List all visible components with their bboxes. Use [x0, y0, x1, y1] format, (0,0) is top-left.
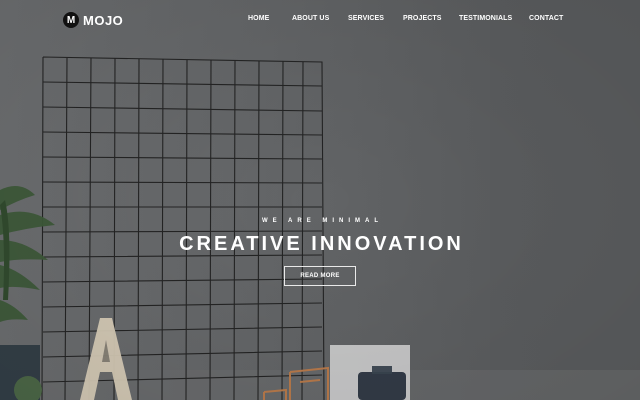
- hero-section: [0, 0, 640, 400]
- nav-link-testimonials[interactable]: TESTIMONIALS: [459, 15, 512, 22]
- read-more-button[interactable]: READ MORE: [284, 266, 356, 286]
- nav-link-home[interactable]: HOME: [248, 15, 269, 22]
- navbar: M MOJO HOME ABOUT US SERVICES PROJECTS T…: [0, 0, 640, 40]
- nav-link-projects[interactable]: PROJECTS: [403, 15, 442, 22]
- nav-link-contact[interactable]: CONTACT: [529, 15, 563, 22]
- hero-tagline: WE ARE MINIMAL: [261, 218, 384, 224]
- nav-link-services[interactable]: SERVICES: [348, 15, 384, 22]
- nav-links: HOME ABOUT US SERVICES PROJECTS TESTIMON…: [0, 15, 640, 27]
- hero-overlay: [0, 0, 640, 400]
- nav-link-about[interactable]: ABOUT US: [292, 15, 329, 22]
- hero-content: WE ARE MINIMAL CREATIVE INNOVATION READ …: [0, 218, 640, 286]
- hero-headline: CREATIVE INNOVATION: [179, 233, 464, 255]
